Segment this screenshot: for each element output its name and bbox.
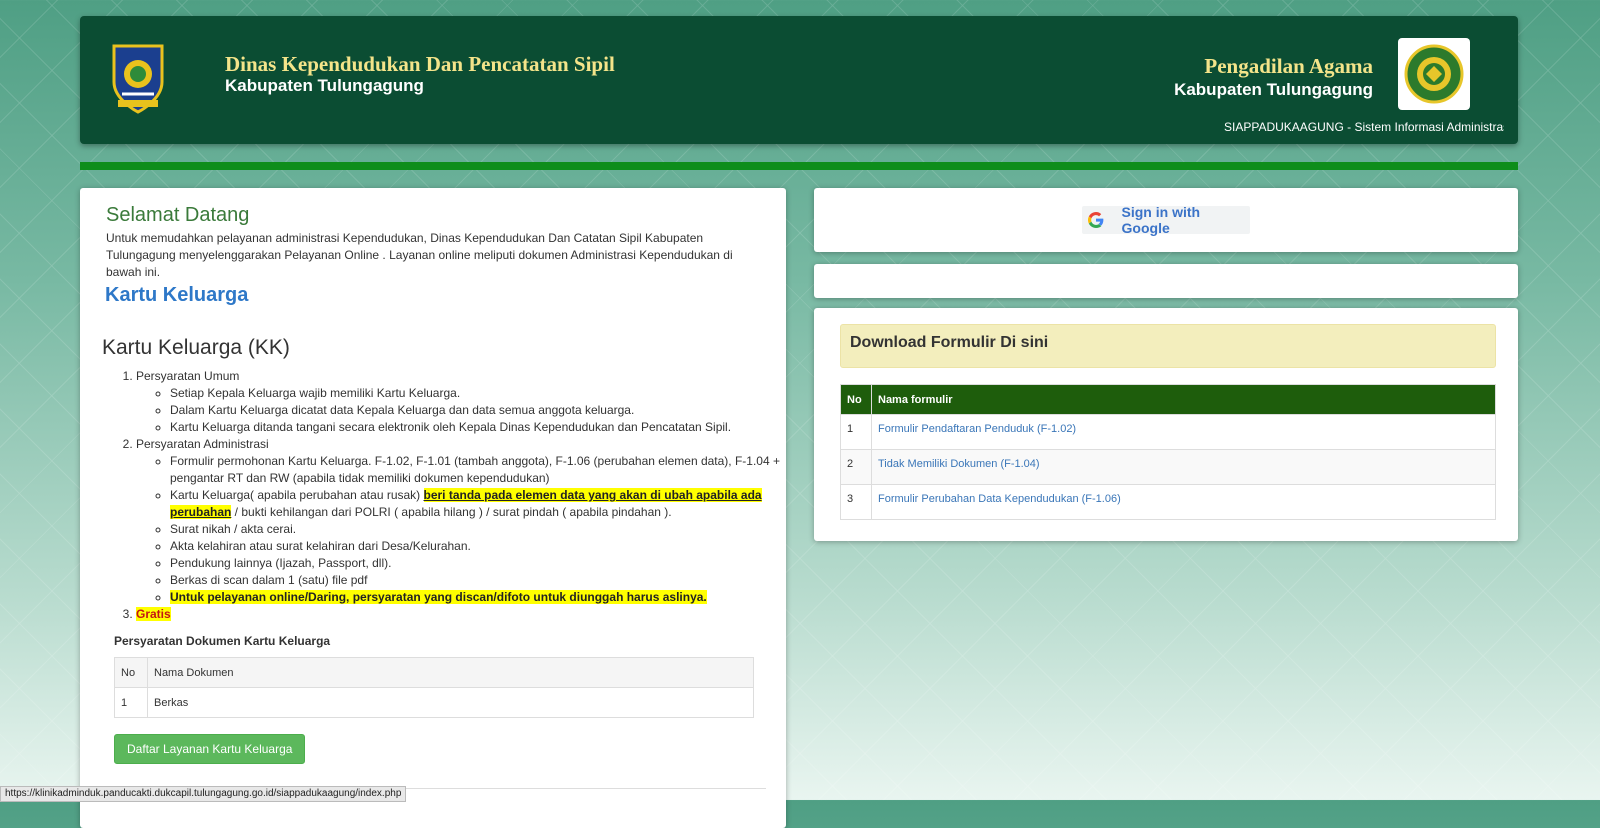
requirement-group: Persyaratan Umum Setiap Kepala Keluarga … [136, 368, 806, 436]
table-cell: Tidak Memiliki Dokumen (F-1.04) [871, 449, 1496, 485]
documents-table: No Nama Dokumen 1 Berkas [114, 657, 754, 718]
documents-title: Persyaratan Dokumen Kartu Keluarga [114, 634, 331, 648]
download-panel: Download Formulir Di sini No Nama formul… [814, 308, 1518, 541]
header-marquee: SIAPPADUKAAGUNG - Sistem Informasi Admin… [1224, 120, 1504, 134]
forms-table: No Nama formulir 1 Formulir Pendaftaran … [840, 384, 1496, 520]
table-row: 3 Formulir Perubahan Data Kependudukan (… [840, 484, 1496, 520]
requirement-item: Kartu Keluarga( apabila perubahan atau r… [170, 487, 806, 521]
table-cell: 3 [840, 484, 872, 520]
header-court-title: Pengadilan Agama [1204, 54, 1373, 78]
signin-panel: Sign in with Google [814, 188, 1518, 252]
free-of-charge-label: Gratis [136, 607, 171, 621]
table-cell: Formulir Perubahan Data Kependudukan (F-… [871, 484, 1496, 520]
welcome-text: Untuk memudahkan pelayanan administrasi … [106, 231, 733, 279]
table-cell: Formulir Pendaftaran Penduduk (F-1.02) [871, 414, 1496, 450]
requirement-item: Berkas di scan dalam 1 (satu) file pdf [170, 572, 806, 589]
form-download-link[interactable]: Formulir Pendaftaran Penduduk (F-1.02) [878, 423, 1076, 435]
table-row: 1 Formulir Pendaftaran Penduduk (F-1.02) [840, 414, 1496, 450]
register-service-button[interactable]: Daftar Layanan Kartu Keluarga [114, 734, 306, 764]
requirement-group: Gratis [136, 606, 806, 623]
header-accent-bar [80, 162, 1518, 170]
table-header-row: No Nama Dokumen [114, 657, 754, 688]
requirement-item: Akta kelahiran atau surat kelahiran dari… [170, 538, 806, 555]
table-header-cell: Nama formulir [871, 384, 1496, 415]
service-info-panel: Selamat Datang Untuk memudahkan pelayana… [80, 188, 786, 828]
google-g-icon [1082, 206, 1110, 234]
service-heading: Kartu Keluarga [105, 284, 249, 306]
table-header-row: No Nama formulir [840, 384, 1496, 415]
table-row: 2 Tidak Memiliki Dokumen (F-1.04) [840, 449, 1496, 485]
requirement-group: Persyaratan Administrasi Formulir permoh… [136, 436, 806, 606]
tulungagung-regency-logo [112, 44, 164, 114]
form-download-link[interactable]: Formulir Perubahan Data Kependudukan (F-… [878, 493, 1121, 505]
table-cell: 1 [840, 414, 872, 450]
google-signin-label: Sign in with Google [1121, 204, 1201, 236]
requirements-list: Persyaratan Umum Setiap Kepala Keluarga … [102, 368, 806, 623]
requirement-item: Formulir permohonan Kartu Keluarga. F-1.… [170, 453, 806, 487]
download-title-box: Download Formulir Di sini [840, 324, 1496, 368]
form-download-link[interactable]: Tidak Memiliki Dokumen (F-1.04) [878, 458, 1040, 470]
kk-item-prefix: Kartu Keluarga( apabila perubahan atau r… [170, 488, 424, 502]
pengadilan-agama-logo [1398, 38, 1470, 110]
header-agency-title: Dinas Kependudukan Dan Pencatatan Sipil [225, 52, 615, 76]
online-note: Untuk pelayanan online/Daring, persyarat… [170, 590, 707, 604]
empty-panel [814, 264, 1518, 298]
header-agency-subtitle: Kabupaten Tulungagung [225, 76, 424, 95]
requirement-item: Setiap Kepala Keluarga wajib memiliki Ka… [170, 385, 806, 402]
site-header: Dinas Kependudukan Dan Pencatatan Sipil … [80, 16, 1518, 144]
requirement-item: Surat nikah / akta cerai. [170, 521, 806, 538]
requirement-group-label: Persyaratan Administrasi [136, 437, 269, 451]
download-title: Download Formulir Di sini [850, 334, 1049, 351]
google-signin-button[interactable]: Sign in with Google [1082, 204, 1250, 236]
kk-item-suffix: / bukti kehilangan dari POLRI ( apabila … [231, 505, 672, 519]
table-cell: 2 [840, 449, 872, 485]
table-cell: 1 [114, 687, 148, 718]
table-header-cell: No [840, 384, 872, 415]
table-header-cell: Nama Dokumen [147, 657, 754, 688]
table-cell: Berkas [147, 687, 754, 718]
requirement-item: Dalam Kartu Keluarga dicatat data Kepala… [170, 402, 806, 419]
welcome-title: Selamat Datang [106, 204, 250, 226]
requirement-item: Kartu Keluarga ditanda tangani secara el… [170, 419, 806, 436]
requirement-item: Untuk pelayanan online/Daring, persyarat… [170, 589, 806, 606]
requirement-group-label: Persyaratan Umum [136, 369, 240, 383]
table-row: 1 Berkas [114, 687, 754, 718]
requirement-item: Pendukung lainnya (Ijazah, Passport, dll… [170, 555, 806, 572]
service-subheading: Kartu Keluarga (KK) [102, 336, 290, 359]
header-court-subtitle: Kabupaten Tulungagung [1174, 80, 1373, 99]
table-header-cell: No [114, 657, 148, 688]
